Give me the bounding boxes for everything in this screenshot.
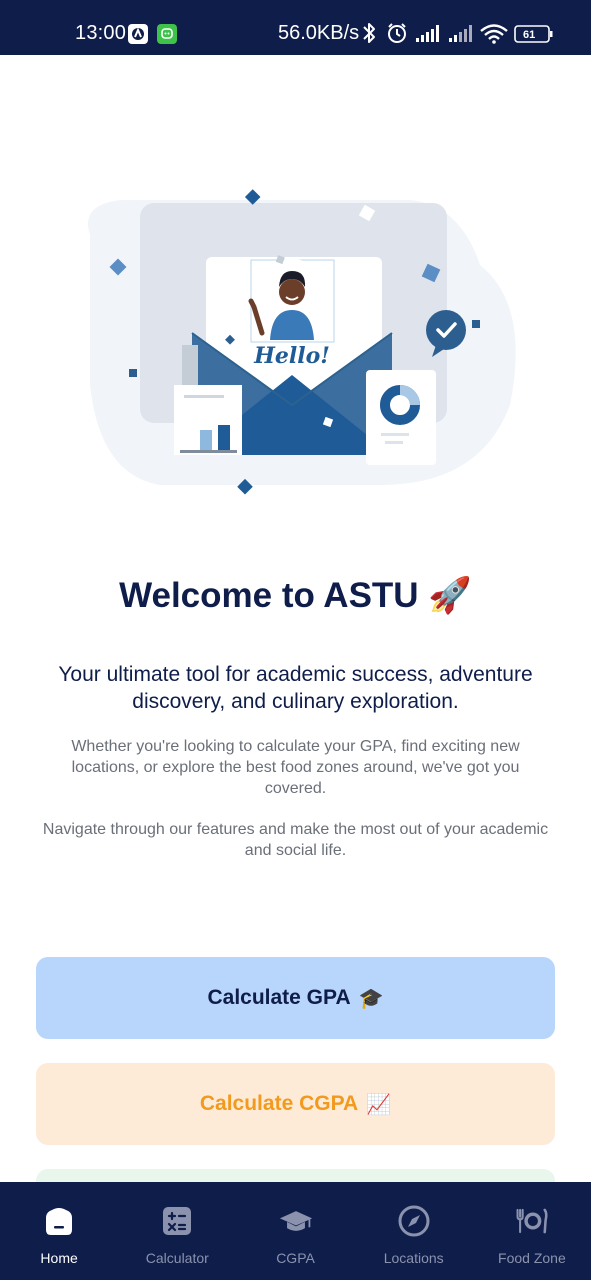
notification-app-icon: [128, 24, 148, 44]
bottom-navigation: Home Calculator CGPA Locations Food Zone: [0, 1182, 591, 1280]
graduation-cap-icon: [279, 1204, 313, 1238]
network-speed: 56.0KB/s: [278, 22, 360, 44]
nav-label-food-zone: Food Zone: [498, 1250, 566, 1266]
hello-text: Hello!: [253, 343, 330, 369]
nav-label-calculator: Calculator: [145, 1250, 209, 1266]
nav-item-food-zone[interactable]: Food Zone: [473, 1182, 591, 1280]
calculate-gpa-label: Calculate GPA: [207, 986, 351, 1009]
nav-item-calculator[interactable]: Calculator: [118, 1182, 236, 1280]
nav-item-locations[interactable]: Locations: [355, 1182, 473, 1280]
notification-chat-icon: [157, 24, 177, 44]
graduation-cap-icon: 🎓: [358, 987, 384, 1010]
rocket-icon: 🚀: [428, 576, 472, 615]
alarm-icon: [388, 23, 406, 43]
check-bubble-icon: [426, 310, 466, 350]
battery-level: 61: [523, 29, 536, 41]
next-action-button[interactable]: [36, 1169, 555, 1182]
calculate-cgpa-button[interactable]: Calculate CGPA 📈: [36, 1063, 555, 1145]
signal-secondary-icon: [449, 25, 472, 42]
nav-item-cgpa[interactable]: CGPA: [236, 1182, 354, 1280]
home-screen: Hello! Welcome to ASTU 🚀 Your ultimate t…: [0, 55, 591, 1182]
avatar-face: [279, 279, 305, 305]
welcome-title: Welcome to ASTU 🚀: [0, 575, 591, 616]
status-bar: 13:00 56.0KB/s 61: [0, 0, 591, 55]
tagline: Your ultimate tool for academic success,…: [58, 663, 533, 713]
signal-icon: [416, 25, 439, 42]
calculate-gpa-button[interactable]: Calculate GPA 🎓: [36, 957, 555, 1039]
description-secondary: Navigate through our features and make t…: [42, 821, 549, 859]
calculator-icon: [160, 1204, 194, 1238]
calculate-cgpa-label: Calculate CGPA: [199, 1092, 359, 1115]
nav-label-home: Home: [40, 1250, 78, 1266]
wifi-icon: [480, 24, 508, 44]
nav-item-home[interactable]: Home: [0, 1182, 118, 1280]
nav-label-locations: Locations: [383, 1250, 444, 1266]
compass-icon: [397, 1204, 431, 1238]
welcome-illustration: Hello!: [88, 189, 516, 495]
description: Whether you're looking to calculate your…: [71, 738, 520, 797]
nav-label-cgpa: CGPA: [276, 1250, 315, 1266]
chart-increasing-icon: 📈: [366, 1093, 392, 1116]
status-time: 13:00: [75, 22, 127, 44]
restaurant-icon: [515, 1204, 549, 1238]
welcome-title-text: Welcome to ASTU: [119, 576, 419, 615]
home-icon: [42, 1204, 76, 1238]
bluetooth-icon: [363, 23, 375, 43]
